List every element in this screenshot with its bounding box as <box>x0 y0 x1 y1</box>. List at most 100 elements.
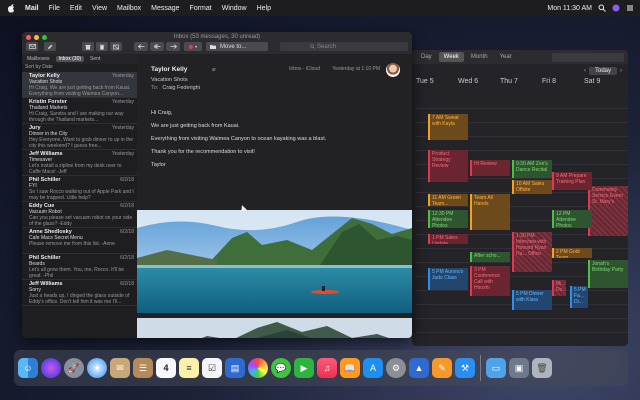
menu-format[interactable]: Format <box>190 5 212 12</box>
favorite-sent[interactable]: Sent <box>90 56 100 62</box>
message-list-item[interactable]: Phil Schiller 6/2/18 FYI So I saw Rocco wal… <box>22 176 137 202</box>
message-list-item[interactable]: Jury Yesterday Dinner in the City Hey Every… <box>22 124 137 150</box>
app-store-icon[interactable]: A <box>363 358 383 378</box>
calendar-event[interactable]: Community Service Event St. Mary's <box>588 186 628 236</box>
menu-help[interactable]: Help <box>257 5 271 12</box>
message-list-item[interactable]: Jeff Williams Yesterday Timesaver Let's ins… <box>22 150 137 176</box>
message-list-item[interactable]: Eddy Cue 6/2/18 Vacuum Robot Can you please… <box>22 202 137 228</box>
contacts-icon[interactable]: ☰ <box>133 358 153 378</box>
mail-search-field[interactable]: Search <box>280 42 408 51</box>
menu-view[interactable]: View <box>92 5 107 12</box>
move-to-button[interactable]: Move to... <box>206 42 268 51</box>
junk-button[interactable] <box>110 42 122 51</box>
body-line: Everything from visiting Waimea Canyon t… <box>151 136 327 142</box>
chevron-down-icon: ▾ <box>194 44 197 49</box>
calendar-icon[interactable]: 4 <box>156 358 176 378</box>
next-week-icon[interactable]: › <box>620 68 622 74</box>
finder-icon[interactable]: ☺ <box>18 358 38 378</box>
menu-mailbox[interactable]: Mailbox <box>117 5 141 12</box>
message-list-item[interactable]: Kristin Forster Yesterday Thailand Markets… <box>22 98 137 124</box>
today-button[interactable]: Today <box>588 67 617 75</box>
mail-stamp-icon[interactable]: ✉ <box>110 358 130 378</box>
calendar-event[interactable]: Jonah's Birthday Party <box>588 260 628 288</box>
calendar-event[interactable]: 2 PM Gold Team... <box>552 248 592 258</box>
facetime-icon[interactable]: ▶ <box>294 358 314 378</box>
notification-center-icon[interactable] <box>626 4 634 12</box>
menu-file[interactable]: File <box>49 5 60 12</box>
archive-button[interactable] <box>82 42 94 51</box>
prev-week-icon[interactable]: ‹ <box>584 68 586 74</box>
favorite-inbox[interactable]: Inbox (30) <box>55 56 85 62</box>
message-list-item[interactable]: Phil Schiller 6/2/18 Beards Let's all grow … <box>22 254 137 280</box>
sort-menu[interactable]: Sort by Date <box>22 64 137 72</box>
move-to-label: Move to... <box>220 43 247 50</box>
keynote-icon[interactable]: ▤ <box>225 358 245 378</box>
calendar-event[interactable]: After scho... <box>470 252 510 262</box>
message-list: Taylor Kelly Yesterday Vacation Shots Hi Cr… <box>22 72 137 338</box>
siri-menu-icon[interactable] <box>612 4 620 12</box>
safari-icon[interactable]: ✦ <box>87 358 107 378</box>
menu-message[interactable]: Message <box>151 5 179 12</box>
photos-icon[interactable] <box>248 358 268 378</box>
search-placeholder: Search <box>317 43 337 50</box>
calendar-view-month[interactable]: Month <box>466 52 493 62</box>
search-icon <box>310 44 315 49</box>
calendar-view-day[interactable]: Day <box>416 52 437 62</box>
reply-all-button[interactable] <box>150 42 164 51</box>
messages-icon[interactable]: 💬 <box>271 358 291 378</box>
calendar-event[interactable]: 5 PM Dinner with Kiara <box>512 290 552 310</box>
notes-icon[interactable]: ≡ <box>179 358 199 378</box>
calendar-event[interactable]: HI Review <box>470 160 510 176</box>
trash-icon[interactable]: 🗑 <box>532 358 552 378</box>
calendar-event[interactable]: 3 PM Conference Call with Hiroshi <box>470 266 510 296</box>
xcode-icon[interactable]: ⚒ <box>455 358 475 378</box>
calendar-event[interactable]: 1:30 PM Interview with Howard Ryan Ha...… <box>512 232 552 272</box>
calendar-event[interactable]: 5 PM Fa... Di... <box>570 286 588 308</box>
calendar-event[interactable]: 9 AM Prepare Training Plan <box>552 172 592 190</box>
calendar-event[interactable]: 12:30 PM Attendee Photos <box>428 210 468 228</box>
calendar-event[interactable]: 12 PM Attendee Photos <box>552 210 592 228</box>
recipient-name[interactable]: Craig Federighi <box>162 85 200 91</box>
reminders-icon[interactable]: ☑ <box>202 358 222 378</box>
downloads-folder-icon[interactable]: ▭ <box>486 358 506 378</box>
compose-button[interactable] <box>44 42 56 51</box>
siri-icon[interactable] <box>41 358 61 378</box>
system-preferences-icon[interactable]: ⚙ <box>386 358 406 378</box>
calendar-event[interactable]: 9:30 AM Zoe's Dance Recital <box>512 160 552 178</box>
calendar-event[interactable]: 10 AM Sales Offsite <box>512 180 552 194</box>
calendar-event[interactable]: 1 PM Sales Update <box>428 234 468 244</box>
message-list-item[interactable]: Jeff Williams 6/2/18 Sorry Just a heads up,… <box>22 280 137 306</box>
favorite-mailboxes[interactable]: Mailboxes <box>27 56 50 62</box>
calendar-search-field[interactable] <box>552 52 624 62</box>
spotlight-icon[interactable] <box>598 4 606 12</box>
delete-button[interactable] <box>96 42 108 51</box>
message-list-item[interactable]: Taylor Kelly Yesterday Vacation Shots Hi Cr… <box>22 72 137 98</box>
pages-icon[interactable]: ✎ <box>432 358 452 378</box>
forward-button[interactable] <box>166 42 180 51</box>
music-icon[interactable]: ♫ <box>317 358 337 378</box>
calendar-event[interactable]: Product Strategy Review <box>428 150 468 182</box>
calendar-event[interactable]: Team All Hands <box>470 194 510 230</box>
calendar-view-week[interactable]: Week <box>438 52 464 62</box>
menu-clock[interactable]: Mon 11:30 AM <box>547 5 592 12</box>
apple-icon[interactable] <box>6 3 16 13</box>
reply-button[interactable] <box>134 42 148 51</box>
message-date: Yesterday <box>111 99 134 105</box>
attached-photo-kayak[interactable] <box>137 210 412 313</box>
menu-edit[interactable]: Edit <box>70 5 82 12</box>
calendar-view-year[interactable]: Year <box>495 52 517 62</box>
calendar-event[interactable]: 11 AM Green Team... <box>428 194 468 206</box>
calendar-event[interactable]: Mi... Do... <box>552 280 566 296</box>
calendar-event[interactable]: 5 PM Aurora's Judo Class <box>428 268 468 290</box>
preview-icon[interactable]: ▣ <box>509 358 529 378</box>
attached-photo-mountains[interactable] <box>137 318 412 338</box>
get-mail-button[interactable] <box>26 42 38 51</box>
launchpad-icon[interactable]: 🚀 <box>64 358 84 378</box>
calendar-event[interactable]: 7 AM Sweat with Kayla <box>428 114 468 140</box>
menu-window[interactable]: Window <box>222 5 247 12</box>
books-icon[interactable]: 📖 <box>340 358 360 378</box>
keynote-podium-icon[interactable]: ▲ <box>409 358 429 378</box>
menu-app-name[interactable]: Mail <box>25 5 39 12</box>
flag-button[interactable]: ▾ <box>184 42 202 51</box>
message-list-item[interactable]: Anne Shedlosky 6/2/18 Cafe Macs Secret Men… <box>22 228 137 254</box>
